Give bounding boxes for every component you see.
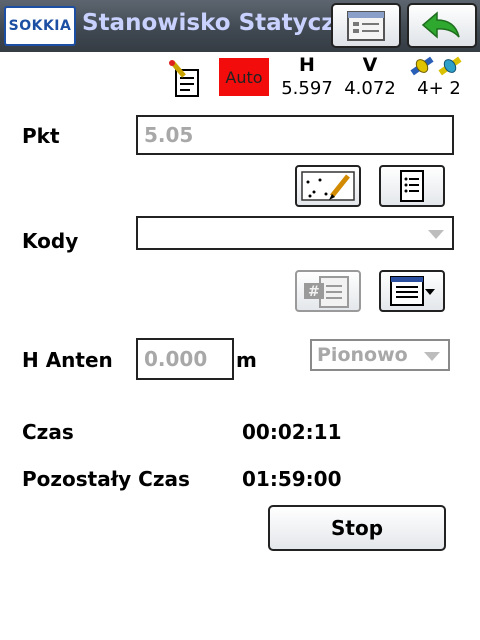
edit-points-button[interactable] xyxy=(295,165,361,207)
kody-combobox[interactable] xyxy=(136,216,454,250)
czas-label: Czas xyxy=(22,420,74,444)
hash-document-icon: # xyxy=(304,276,349,308)
auto-mode-badge[interactable]: Auto xyxy=(219,58,269,96)
point-edit-icon xyxy=(301,171,355,201)
chevron-down-icon xyxy=(428,230,444,239)
list-document-icon xyxy=(400,170,424,202)
code-attributes-button[interactable]: # xyxy=(295,270,361,312)
satellite-count: 4+ 2 xyxy=(417,78,461,99)
czas-value: 00:02:11 xyxy=(242,420,342,444)
pozostaly-czas-label: Pozostały Czas xyxy=(22,467,190,491)
list-dropdown-icon xyxy=(390,276,435,306)
h-precision-value: 5.597 xyxy=(281,78,333,99)
pkt-input[interactable]: 5.05 xyxy=(136,115,454,155)
h-precision-label: H xyxy=(299,54,315,76)
pkt-label: Pkt xyxy=(22,124,60,148)
kody-label: Kody xyxy=(22,229,79,253)
menu-button[interactable] xyxy=(331,3,401,48)
window-title: Stanowisko Statycz xyxy=(82,10,335,36)
point-list-button[interactable] xyxy=(379,165,445,207)
back-button[interactable] xyxy=(407,3,477,48)
h-anten-label: H Anten xyxy=(22,348,113,372)
svg-text:#: # xyxy=(308,284,320,300)
satellite-icons[interactable] xyxy=(408,54,466,78)
h-anten-unit: m xyxy=(236,348,257,372)
sokkia-logo[interactable]: SOKKIA xyxy=(4,6,76,46)
back-arrow-icon xyxy=(421,10,460,39)
v-precision-value: 4.072 xyxy=(344,78,396,99)
measure-method-select[interactable]: Pionowo xyxy=(310,339,450,371)
pkt-input-value: 5.05 xyxy=(144,123,194,147)
v-precision-label: V xyxy=(362,54,378,76)
h-anten-input[interactable]: 0.000 xyxy=(136,338,234,380)
pozostaly-czas-value: 01:59:00 xyxy=(242,467,342,491)
satellite-icon xyxy=(410,56,462,76)
h-anten-value: 0.000 xyxy=(144,347,208,371)
code-list-button[interactable] xyxy=(379,270,445,312)
survey-record-icon[interactable] xyxy=(166,58,204,98)
stop-button[interactable]: Stop xyxy=(268,505,446,551)
list-window-icon xyxy=(347,10,385,41)
pen-document-icon xyxy=(169,60,199,97)
chevron-down-icon xyxy=(424,352,440,361)
